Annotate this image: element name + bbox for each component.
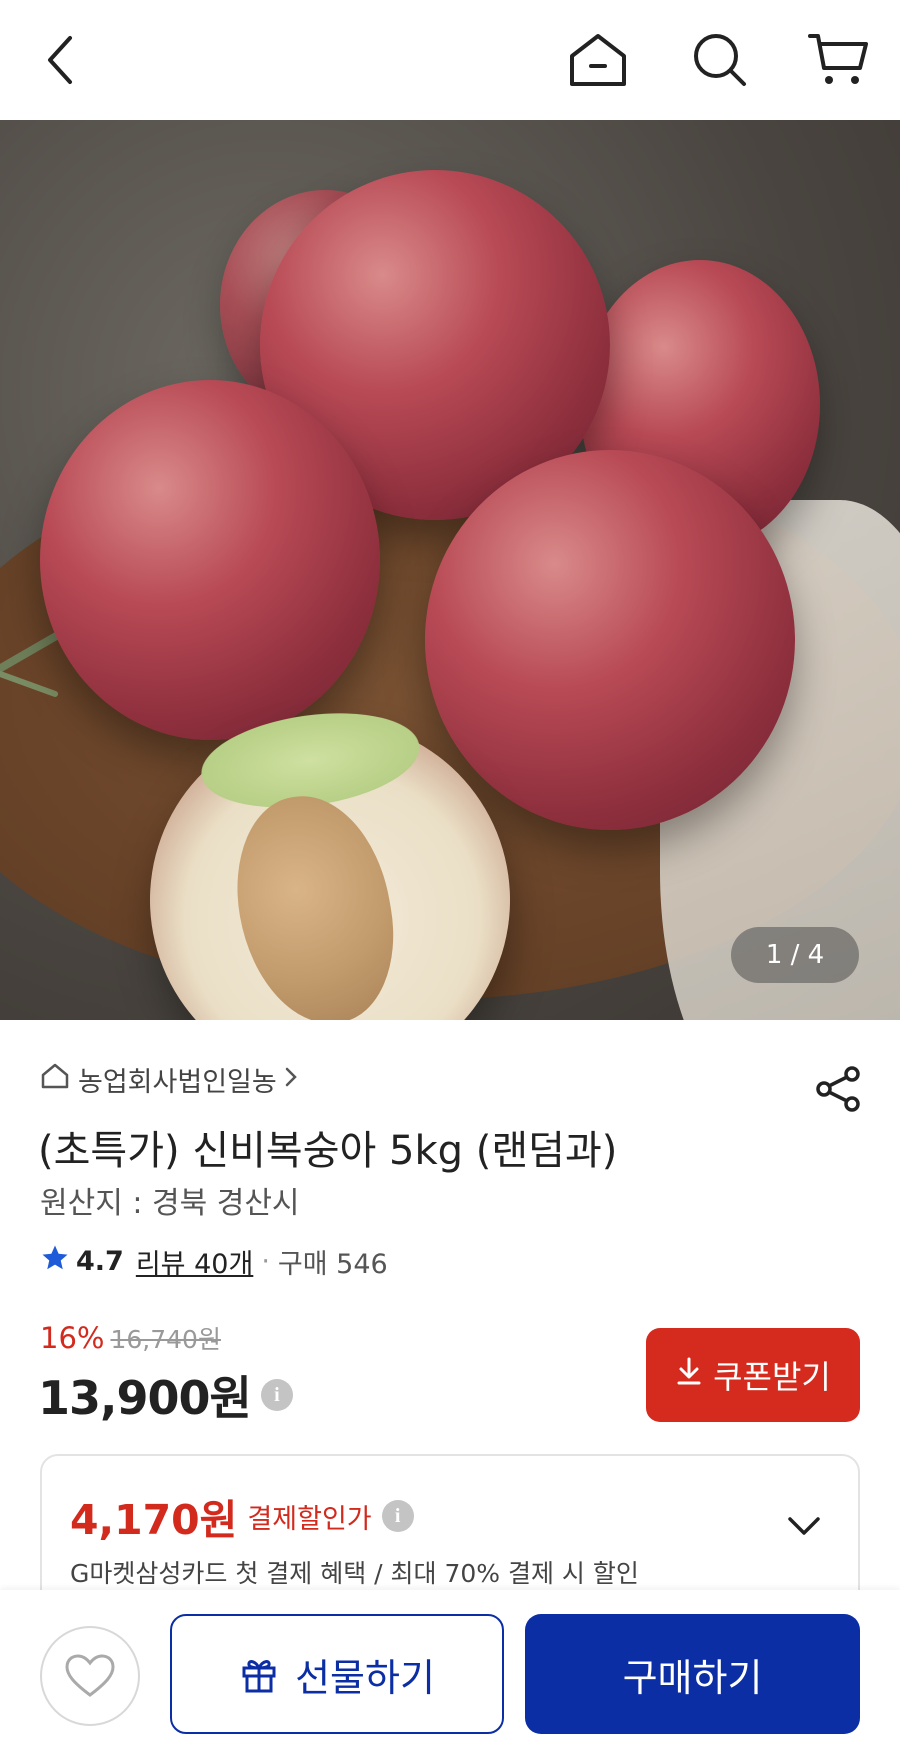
top-nav-bar: [0, 0, 900, 120]
coupon-label: 쿠폰받기: [713, 1358, 831, 1396]
original-price: 16,740원: [110, 1325, 221, 1354]
coupon-button[interactable]: 쿠폰받기: [646, 1328, 860, 1422]
payment-discount-price: 4,170원: [70, 1496, 238, 1544]
cart-icon[interactable]: [806, 28, 870, 92]
sales-count: 구매 546: [277, 1249, 388, 1280]
payment-discount-description: G마켓삼성카드 첫 결제 혜택 / 최대 70% 결제 시 할인: [70, 1559, 639, 1588]
buy-button[interactable]: 구매하기: [525, 1614, 860, 1734]
search-icon[interactable]: [688, 28, 752, 92]
info-icon[interactable]: i: [260, 1379, 293, 1411]
discount-row: 16% 16,740원: [40, 1320, 221, 1356]
buy-label: 구매하기: [622, 1655, 763, 1700]
product-title: (초특가) 신비복숭아 5kg (랜덤과): [38, 1128, 618, 1174]
back-arrow-icon[interactable]: [28, 28, 92, 92]
bottom-action-bar: 선물하기 구매하기: [0, 1590, 900, 1756]
store-home-icon: [40, 1062, 70, 1097]
review-link[interactable]: 리뷰 40개: [136, 1242, 253, 1281]
sale-price: 13,900원: [38, 1371, 252, 1425]
home-icon[interactable]: [566, 28, 630, 92]
seller-name: 농업회사법인일농: [78, 1067, 277, 1098]
peach: [40, 380, 380, 740]
payment-discount-label: 결제할인가: [247, 1503, 372, 1535]
heart-icon: [65, 1654, 115, 1697]
rating-score: 4.7: [76, 1246, 124, 1277]
gift-icon: [239, 1654, 279, 1694]
peach: [425, 450, 795, 830]
info-icon[interactable]: i: [381, 1500, 414, 1532]
gift-label: 선물하기: [295, 1655, 435, 1700]
gift-button[interactable]: 선물하기: [170, 1614, 504, 1734]
wishlist-button[interactable]: [40, 1626, 140, 1726]
separator: ·: [261, 1246, 270, 1277]
share-icon[interactable]: [814, 1064, 864, 1114]
rating-row: 4.7 리뷰 40개 · 구매 546: [40, 1242, 388, 1281]
discount-percent: 16%: [40, 1321, 105, 1355]
price-row: 13,900원 i: [38, 1362, 293, 1428]
image-counter: 1 / 4: [731, 927, 859, 983]
product-image-gallery[interactable]: [0, 120, 900, 1020]
star-icon: [40, 1243, 70, 1280]
origin-text: 원산지 : 경북 경산시: [40, 1186, 300, 1221]
download-icon: [675, 1356, 703, 1394]
payment-discount-row: 4,170원 결제할인가 i: [70, 1486, 414, 1546]
chevron-down-icon[interactable]: [786, 1514, 822, 1542]
chevron-right-icon: [283, 1065, 299, 1095]
seller-link[interactable]: 농업회사법인일농: [40, 1060, 299, 1099]
